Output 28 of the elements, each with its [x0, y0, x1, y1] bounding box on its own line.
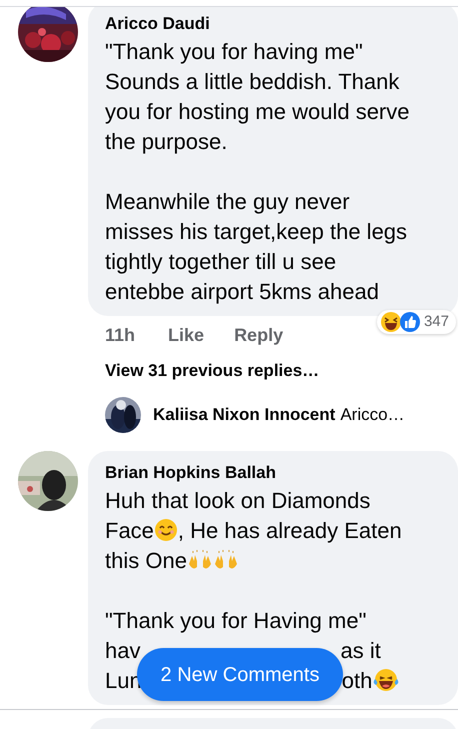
comment-text: entebbe airport 5kms ahead [105, 278, 379, 306]
comment-author[interactable]: Brian Hopkins Ballah [105, 461, 448, 485]
comment-text: the purpose. [105, 128, 228, 156]
comment-text: "Thank you for having me" [105, 38, 363, 66]
comment-text: oth [342, 666, 372, 694]
comment-text: tightly together till u see [105, 248, 336, 276]
comment-text: , He has already Eaten [178, 516, 402, 545]
reactions-pill[interactable]: 347 [376, 310, 456, 334]
comment-text: misses his target,keep the legs [105, 218, 408, 246]
action-link[interactable]: Reply [234, 322, 284, 348]
comment-text: this One [105, 546, 187, 574]
reply-author[interactable]: Kaliisa Nixon Innocent [153, 402, 336, 428]
view-replies-link[interactable]: View 31 previous replies… [88, 359, 320, 383]
comment-text: Sounds a little beddish. Thank [105, 68, 400, 96]
comment-text: Face [105, 516, 154, 544]
comment-text: Huh that look on Diamonds [105, 486, 370, 514]
comment-text: you for hosting me would serve [105, 98, 410, 126]
comment-author[interactable]: Aricco Daudi [105, 12, 448, 36]
reply-preview[interactable]: Aricco… [340, 402, 405, 428]
laughing-face-icon [380, 311, 402, 333]
smiling-face-icon [154, 518, 178, 542]
thumbs-up-icon [398, 311, 421, 333]
laughing-face-icon [372, 667, 400, 693]
comment-text: "Thank you for Having me" [105, 606, 366, 635]
comment-text: as it [340, 636, 381, 664]
action-link[interactable]: Like [168, 322, 204, 348]
comment-time: 11h [105, 324, 136, 346]
comment-text: Meanwhile the guy never [105, 188, 350, 216]
